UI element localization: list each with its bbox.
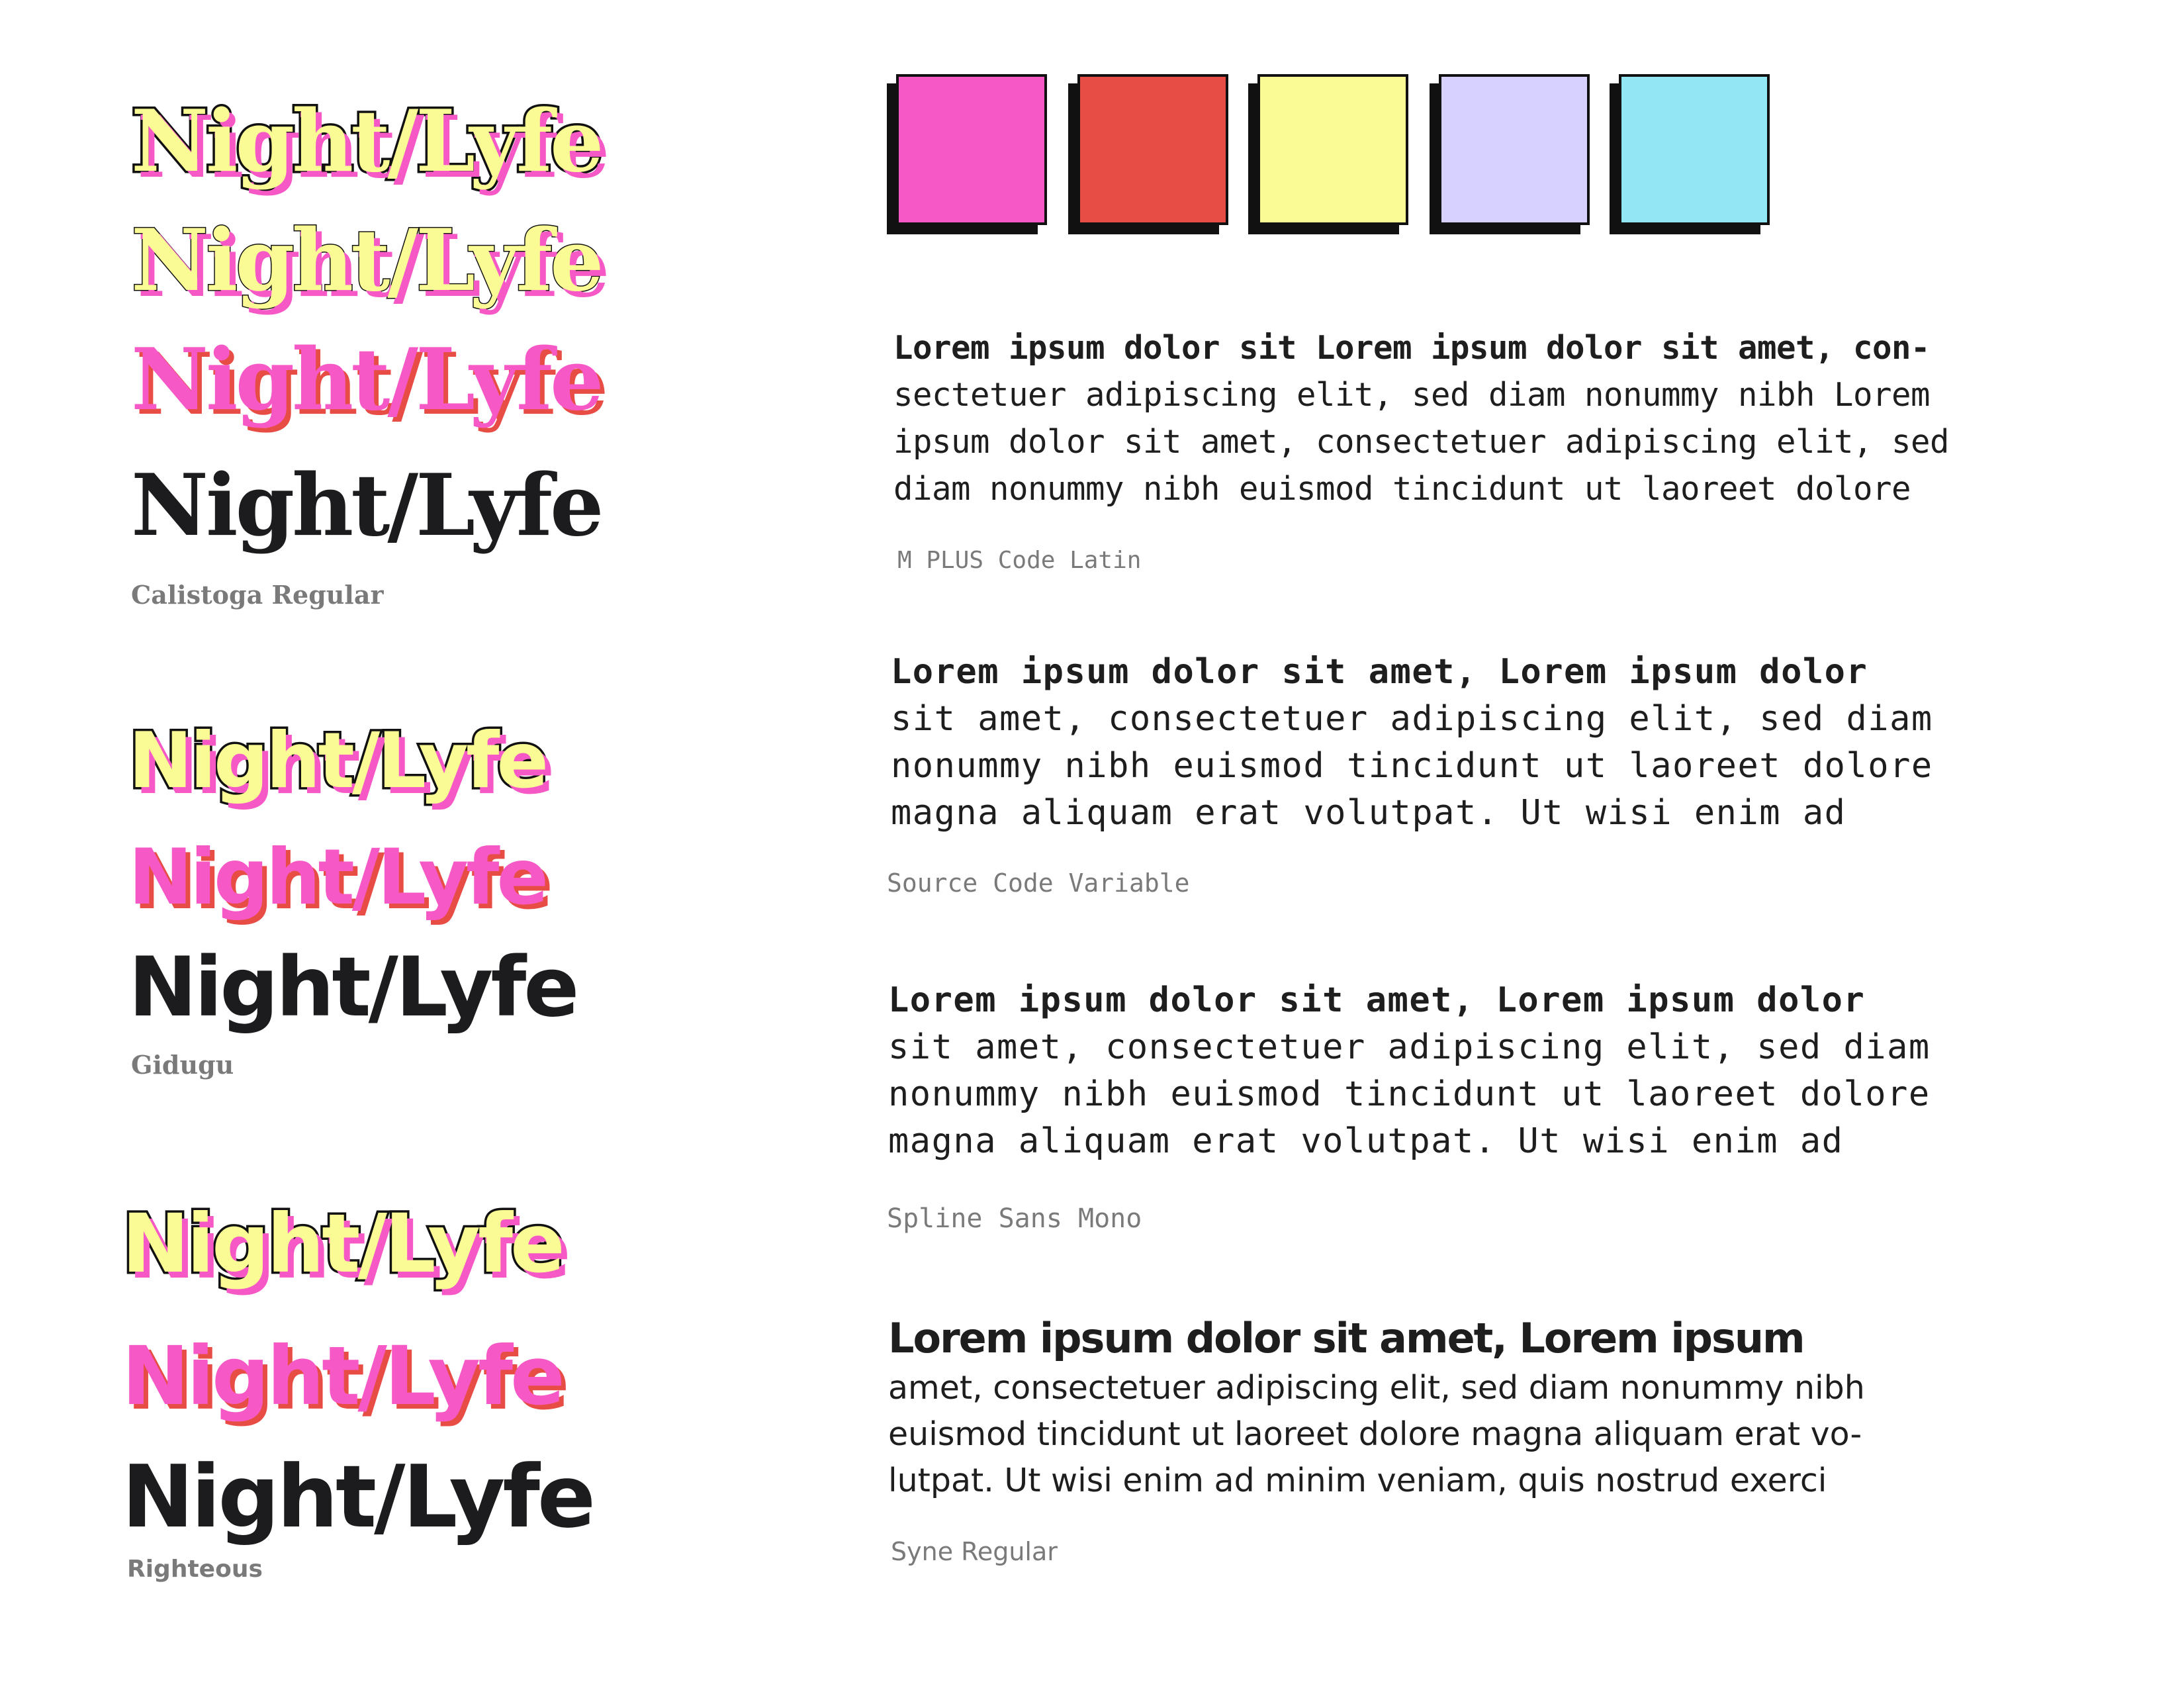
font-caption-gidugu: Gidugu: [131, 1050, 234, 1080]
wordmark-calistoga-pink: Night/Lyfe: [131, 330, 604, 430]
wordmark-calistoga-yellow-inline: Night/Lyfe: [130, 211, 604, 310]
font-caption-righteous: Righteous: [127, 1556, 263, 1583]
wordmark-righteous-dark: Night/Lyfe: [122, 1446, 596, 1547]
wordmark-calistoga-yellow: Night/Lyfe: [128, 92, 606, 191]
specimen-line: nonummy nibh euismod tincidunt ut laoree…: [888, 1074, 1931, 1114]
specimen-line: magna aliquam erat volutpat. Ut wisi eni…: [891, 793, 1846, 833]
font-caption-source-code: Source Code Variable: [887, 868, 1190, 898]
specimen-source-code: Lorem ipsum dolor sit amet, Lorem ipsum …: [891, 649, 1933, 837]
specimen-line: Lorem ipsum dolor sit amet, Lorem ipsum: [888, 1314, 1805, 1362]
swatch-lavender: [1439, 74, 1590, 225]
specimen-line: Lorem ipsum dolor sit amet, Lorem ipsum …: [888, 980, 1866, 1020]
wordmark-gidugu-yellow: Night/Lyfe: [126, 716, 551, 806]
specimen-line: sectetuer adipiscing elit, sed diam nonu…: [893, 376, 1931, 414]
font-caption-calistoga: Calistoga Regular: [131, 580, 384, 610]
wordmark-gidugu-dark: Night/Lyfe: [128, 940, 579, 1035]
specimen-line: sit amet, consectetuer adipiscing elit, …: [891, 699, 1933, 739]
specimen-spline-mono: Lorem ipsum dolor sit amet, Lorem ipsum …: [888, 977, 1931, 1165]
wordmark-gidugu-pink: Night/Lyfe: [128, 833, 549, 922]
specimen-line: Lorem ipsum dolor sit Lorem ipsum dolor …: [893, 329, 1931, 367]
specimen-line: amet, consectetuer adipiscing elit, sed …: [888, 1369, 1865, 1407]
font-caption-syne: Syne Regular: [891, 1537, 1058, 1566]
specimen-line: euismod tincidunt ut laoreet dolore magn…: [888, 1415, 1862, 1453]
specimen-line: lutpat. Ut wisi enim ad minim veniam, qu…: [888, 1462, 1827, 1499]
swatch-pink: [896, 74, 1047, 225]
specimen-line: ipsum dolor sit amet, consectetuer adipi…: [893, 423, 1950, 461]
specimen-line: nonummy nibh euismod tincidunt ut laoree…: [891, 746, 1933, 786]
specimen-line: magna aliquam erat volutpat. Ut wisi eni…: [888, 1121, 1844, 1161]
specimen-mplus-code: Lorem ipsum dolor sit Lorem ipsum dolor …: [893, 324, 1950, 512]
font-caption-spline-mono: Spline Sans Mono: [887, 1203, 1142, 1234]
specimen-syne: Lorem ipsum dolor sit amet, Lorem ipsum …: [888, 1312, 1865, 1504]
wordmark-righteous-pink: Night/Lyfe: [122, 1329, 565, 1423]
swatch-red: [1077, 74, 1228, 225]
specimen-line: diam nonummy nibh euismod tincidunt ut l…: [893, 470, 1911, 508]
wordmark-righteous-yellow: Night/Lyfe: [120, 1197, 568, 1291]
swatch-yellow: [1257, 74, 1408, 225]
specimen-line: Lorem ipsum dolor sit amet, Lorem ipsum …: [891, 652, 1868, 692]
specimen-line: sit amet, consectetuer adipiscing elit, …: [888, 1027, 1931, 1067]
font-caption-mplus-code: M PLUS Code Latin: [897, 547, 1142, 574]
wordmark-calistoga-dark: Night/Lyfe: [131, 456, 604, 555]
swatch-cyan: [1619, 74, 1770, 225]
